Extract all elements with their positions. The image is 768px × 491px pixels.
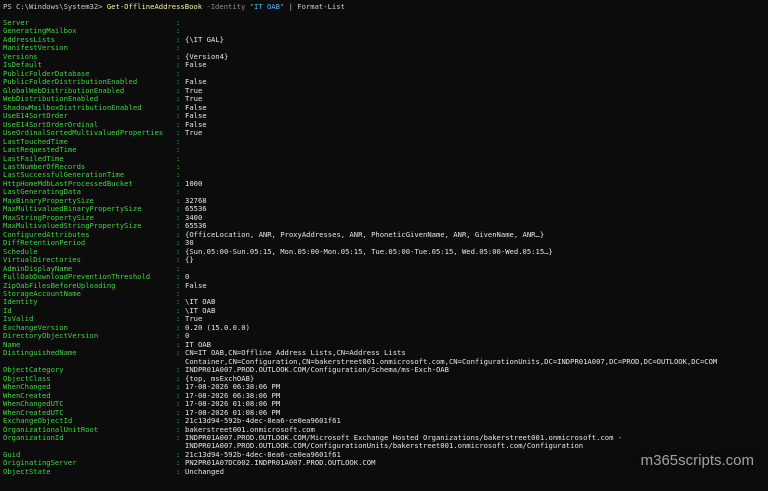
- property-value: CN=IT OAB,CN=Offline Address Lists,CN=Ad…: [185, 348, 718, 366]
- property-row: WhenCreatedUTC:17-08-2026 01:08:06 PM: [3, 408, 768, 417]
- property-name: DistinguishedName: [3, 348, 77, 358]
- property-row: Server:: [3, 18, 768, 27]
- property-row: UseE14SortOrder: False: [3, 111, 768, 120]
- property-separator: :: [176, 432, 181, 442]
- property-row: ExchangeObjectId:21c13d94-592b-4dec-8ea6…: [3, 416, 768, 425]
- property-row: UseOrdinalSortedMultivaluedProperties: Tr…: [3, 128, 768, 138]
- property-row: ManifestVersion:: [3, 43, 768, 52]
- property-value: {Sun.05:00-Sun.05:15, Mon.05:00-Mon.05:1…: [185, 246, 553, 256]
- property-row: ObjectClass: {top, msExchOAB}: [3, 374, 768, 383]
- property-row: AddressLists: {\IT GAL}: [3, 34, 768, 44]
- property-value: Unchanged: [185, 466, 224, 476]
- property-row: DistinguishedName: CN=IT OAB,CN=Offline A…: [3, 348, 768, 366]
- property-row: FullOabDownloadPreventionThreshold:0: [3, 272, 768, 281]
- property-row: GlobalWebDistributionEnabled: True: [3, 86, 768, 95]
- property-row: WhenChanged:17-08-2026 06:38:06 PM: [3, 382, 768, 391]
- prompt: PS C:\Windows\System32>: [3, 2, 103, 11]
- parameter-name: -Identity: [206, 2, 246, 11]
- property-row: ZipOabFilesBeforeUploading: False: [3, 280, 768, 290]
- property-row: Id: \IT OAB: [3, 306, 768, 315]
- property-row: ExchangeVersion:0.20 (15.0.0.0): [3, 322, 768, 332]
- property-list: Server: GeneratingMailbox: AddressLists: {\…: [3, 18, 768, 476]
- cmdlet-name: Get-OfflineAddressBook: [106, 2, 203, 11]
- property-row: Versions: {Version4}: [3, 52, 768, 61]
- property-value: {OfficeLocation, ANR, ProxyAddresses, AN…: [185, 229, 545, 239]
- powershell-terminal[interactable]: PS C:\Windows\System32> Get-OfflineAddre…: [0, 0, 768, 491]
- property-row: ObjectCategory: INDPR01A007.PROD.OUTLOOK.…: [3, 365, 768, 374]
- property-name: ObjectState: [3, 466, 51, 476]
- property-row: LastRequestedTime:: [3, 145, 768, 154]
- property-row: GeneratingMailbox:: [3, 26, 768, 35]
- watermark-logo: m365scripts.com: [634, 450, 760, 471]
- property-separator: :: [176, 466, 181, 476]
- property-row: WhenChangedUTC:17-08-2026 01:08:06 PM: [3, 399, 768, 408]
- property-row: IsDefault: False: [3, 60, 768, 70]
- property-row: Schedule: {Sun.05:00-Sun.05:15, Mon.05:00…: [3, 246, 768, 256]
- property-row: OrganizationId: INDPR01A007.PROD.OUTLOOK.…: [3, 432, 768, 451]
- parameter-value: "IT OAB": [249, 2, 285, 11]
- property-value: True: [185, 128, 203, 138]
- pipeline: | Format-List: [288, 2, 345, 11]
- property-row: ConfiguredAttributes: {OfficeLocation, AN…: [3, 229, 768, 239]
- property-row: ShadowMailboxDistributionEnabled: False: [3, 103, 768, 112]
- property-row: VirtualDirectories:{}: [3, 255, 768, 265]
- property-row: LastTouchedTime:: [3, 137, 768, 146]
- property-value: INDPR01A007.PROD.OUTLOOK.COM/Microsoft E…: [185, 432, 623, 451]
- property-value: False: [185, 280, 207, 290]
- property-separator: :: [176, 348, 181, 358]
- property-value: {}: [185, 255, 194, 265]
- property-row: HttpHomeMdbLastProcessedBucket:1000: [3, 178, 768, 188]
- property-row: StorageAccountName:: [3, 289, 768, 298]
- property-row: LastFailedTime:: [3, 154, 768, 163]
- property-value: {\IT GAL}: [185, 34, 224, 44]
- property-row: Identity: \IT OAB: [3, 297, 768, 306]
- command-line: PS C:\Windows\System32> Get-OfflineAddre…: [3, 2, 345, 12]
- property-row: LastGeneratingData:: [3, 187, 768, 196]
- property-row: IsValid: True: [3, 314, 768, 323]
- property-value: False: [185, 60, 207, 70]
- property-row: WhenCreated:17-08-2026 06:38:06 PM: [3, 391, 768, 400]
- property-row: DirectoryObjectVersion:0: [3, 331, 768, 340]
- property-value: 1000: [185, 178, 203, 188]
- property-row: MaxMultivaluedBinaryPropertySize:65536: [3, 204, 768, 213]
- property-value: 0.20 (15.0.0.0): [185, 322, 250, 332]
- property-name: OrganizationId: [3, 432, 64, 442]
